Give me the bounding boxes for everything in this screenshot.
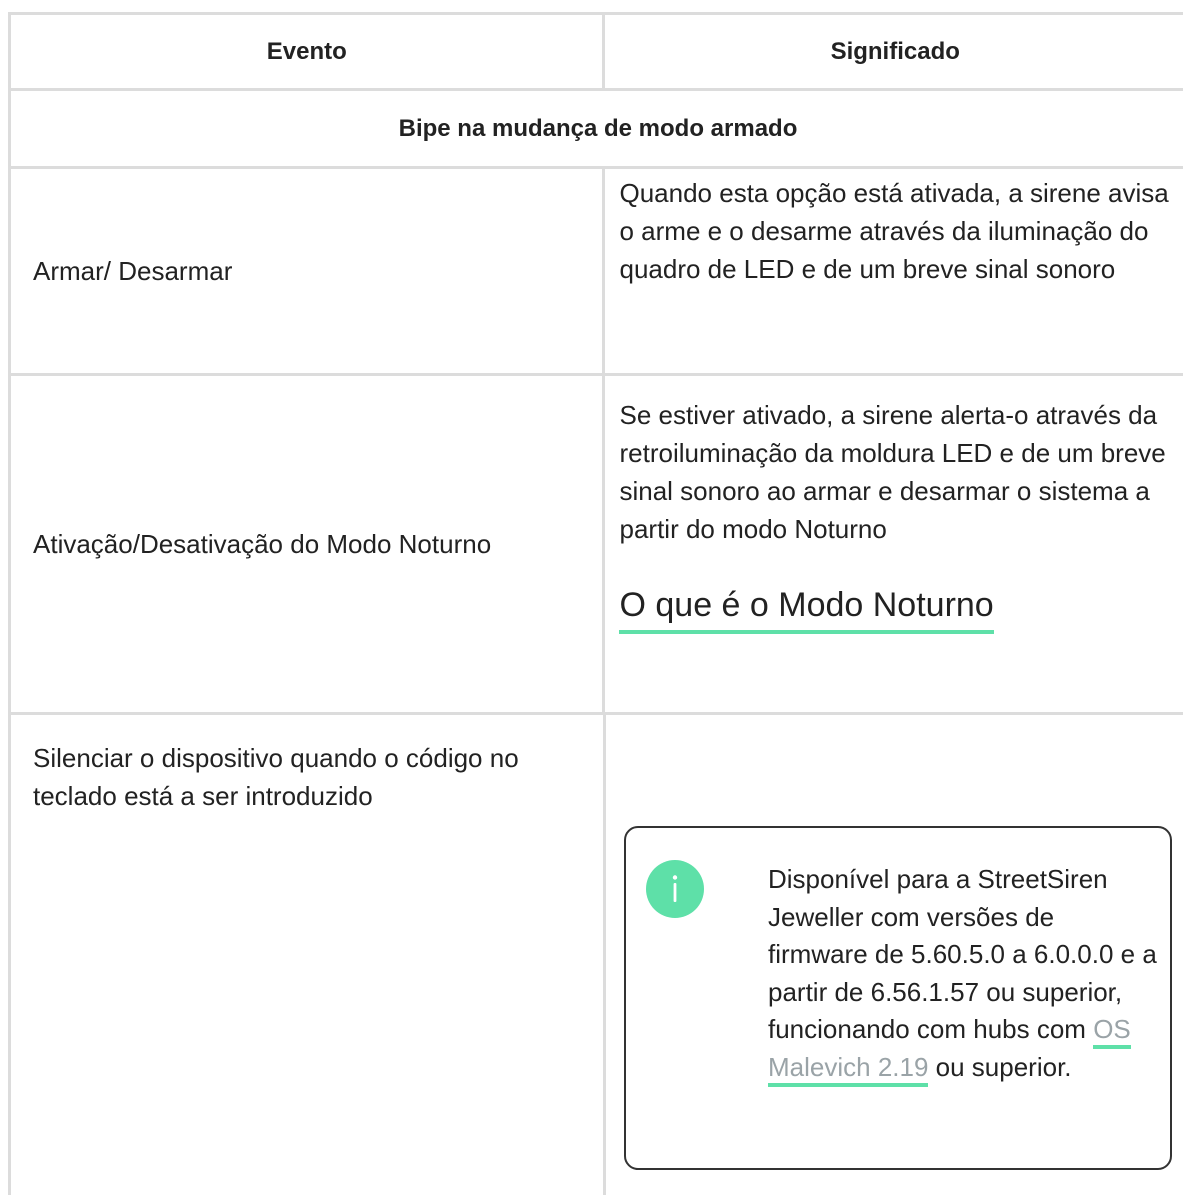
meaning-cell: Quando esta opção está ativada, a sirene… xyxy=(605,169,1183,373)
info-text-after: ou superior. xyxy=(928,1051,1072,1082)
meaning-text: Se estiver ativado, a sirene alerta-o at… xyxy=(619,400,1166,544)
meaning-text: Quando esta opção está ativada, a sirene… xyxy=(619,178,1169,284)
info-note-box: Disponível para a StreetSiren Jeweller c… xyxy=(624,826,1172,1170)
event-text: Silenciar o dispositivo quando o código … xyxy=(33,743,519,811)
table-row: Armar/ Desarmar Quando esta opção está a… xyxy=(11,169,1183,376)
info-note-text: Disponível para a StreetSiren Jeweller c… xyxy=(768,861,1158,1087)
table-header-row: Evento Significado xyxy=(11,15,1183,91)
section-row: Bipe na mudança de modo armado xyxy=(11,91,1183,169)
header-event: Evento xyxy=(11,15,606,88)
info-icon xyxy=(646,860,704,918)
event-cell: Armar/ Desarmar xyxy=(11,169,606,373)
event-text: Armar/ Desarmar xyxy=(33,256,233,286)
event-cell: Silenciar o dispositivo quando o código … xyxy=(11,715,606,1195)
event-text: Ativação/Desativação do Modo Noturno xyxy=(33,529,492,559)
table-row: Ativação/Desativação do Modo Noturno Se … xyxy=(11,376,1183,715)
header-meaning: Significado xyxy=(605,15,1183,88)
night-mode-link[interactable]: O que é o Modo Noturno xyxy=(619,582,994,634)
event-cell: Ativação/Desativação do Modo Noturno xyxy=(11,376,606,712)
meaning-cell: Se estiver ativado, a sirene alerta-o at… xyxy=(605,376,1183,712)
section-title: Bipe na mudança de modo armado xyxy=(11,91,1183,166)
